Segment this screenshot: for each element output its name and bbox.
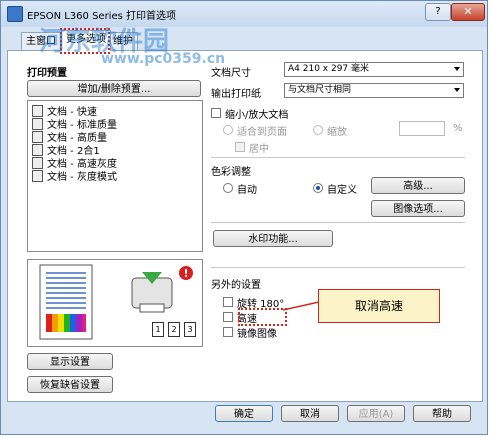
watermark-button[interactable]: 水印功能...	[213, 230, 333, 247]
zoom-radio[interactable]	[313, 125, 323, 135]
divider	[211, 157, 465, 158]
divider	[211, 222, 465, 223]
annotation-callout: 取消高速	[318, 289, 440, 323]
divider	[211, 267, 465, 268]
preset-list[interactable]: 文档 - 快速 文档 - 标准质量 文档 - 高质量 文档 - 2合1 文档 -…	[27, 100, 203, 252]
print-preview: ! 1 2 3	[27, 259, 203, 347]
printer-app-icon	[7, 6, 23, 22]
image-options-button[interactable]: 图像选项...	[371, 200, 465, 217]
apply-button[interactable]: 应用(A)	[347, 405, 405, 422]
output-paper-label: 输出打印纸	[211, 89, 261, 100]
zoom-unit: %	[453, 123, 463, 134]
reduce-enlarge-checkbox[interactable]	[211, 108, 221, 118]
page-order-icon-1: 1	[152, 322, 164, 337]
document-icon	[32, 170, 43, 182]
color-custom-label: 自定义	[327, 185, 357, 196]
output-paper-select[interactable]: 与文档尺寸相同	[284, 83, 464, 98]
help-footer-button[interactable]: 帮助	[413, 405, 471, 422]
cancel-button[interactable]: 取消	[281, 405, 339, 422]
two-up-icon	[32, 144, 43, 156]
svg-text:!: !	[183, 267, 188, 280]
chevron-down-icon	[454, 67, 460, 71]
color-custom-radio[interactable]	[313, 183, 323, 193]
list-item[interactable]: 文档 - 灰度模式	[32, 170, 117, 183]
add-remove-preset-button[interactable]: 增加/删除预置...	[27, 80, 201, 97]
document-icon	[32, 105, 43, 117]
list-item[interactable]: 文档 - 快速	[32, 105, 97, 118]
high-speed-checkbox[interactable]	[223, 312, 233, 322]
window-title: EPSON L360 Series 打印首选项	[27, 11, 176, 22]
fit-page-label: 适合到页面	[237, 127, 287, 138]
high-speed-highlight-marker	[238, 308, 287, 326]
preset-title: 打印预置	[27, 68, 67, 79]
extra-settings-label: 另外的设置	[211, 280, 261, 291]
close-button[interactable]: ✕	[451, 3, 485, 21]
doc-size-select[interactable]: A4 210 x 297 毫米	[284, 62, 464, 77]
page-order-icon-3: 3	[184, 322, 196, 337]
color-adjust-label: 色彩调整	[211, 167, 251, 178]
list-item[interactable]: 文档 - 高速灰度	[32, 157, 117, 170]
watermark-url: www.pc0359.cn	[101, 51, 226, 67]
document-icon	[32, 157, 43, 169]
fit-page-radio[interactable]	[223, 125, 233, 135]
reduce-enlarge-label: 缩小/放大文档	[225, 110, 289, 121]
zoom-spinner[interactable]	[399, 121, 445, 136]
zoom-label: 缩放	[327, 127, 347, 138]
center-label: 居中	[249, 144, 269, 155]
restore-defaults-button[interactable]: 恢复缺省设置	[27, 376, 113, 393]
chevron-down-icon	[454, 88, 460, 92]
callout-pointer	[283, 301, 319, 311]
document-icon	[32, 118, 43, 130]
color-auto-label: 自动	[237, 185, 257, 196]
show-settings-button[interactable]: 显示设置	[27, 353, 113, 370]
rotate-180-checkbox[interactable]	[223, 297, 233, 307]
document-icon	[32, 131, 43, 143]
center-checkbox[interactable]	[235, 142, 245, 152]
mirror-image-label: 镜像图像	[237, 329, 277, 340]
list-item[interactable]: 文档 - 标准质量	[32, 118, 117, 131]
advanced-button[interactable]: 高级...	[371, 177, 465, 194]
ok-button[interactable]: 确定	[215, 405, 273, 422]
printer-preferences-window: EPSON L360 Series 打印首选项 ? ✕ 主窗口 更多选项 维护 …	[0, 0, 488, 435]
help-button[interactable]: ?	[425, 3, 451, 21]
list-item[interactable]: 文档 - 高质量	[32, 131, 107, 144]
list-item[interactable]: 文档 - 2合1	[32, 144, 100, 157]
page-order-icon-2: 2	[168, 322, 180, 337]
color-auto-radio[interactable]	[223, 183, 233, 193]
mirror-image-checkbox[interactable]	[223, 327, 233, 337]
